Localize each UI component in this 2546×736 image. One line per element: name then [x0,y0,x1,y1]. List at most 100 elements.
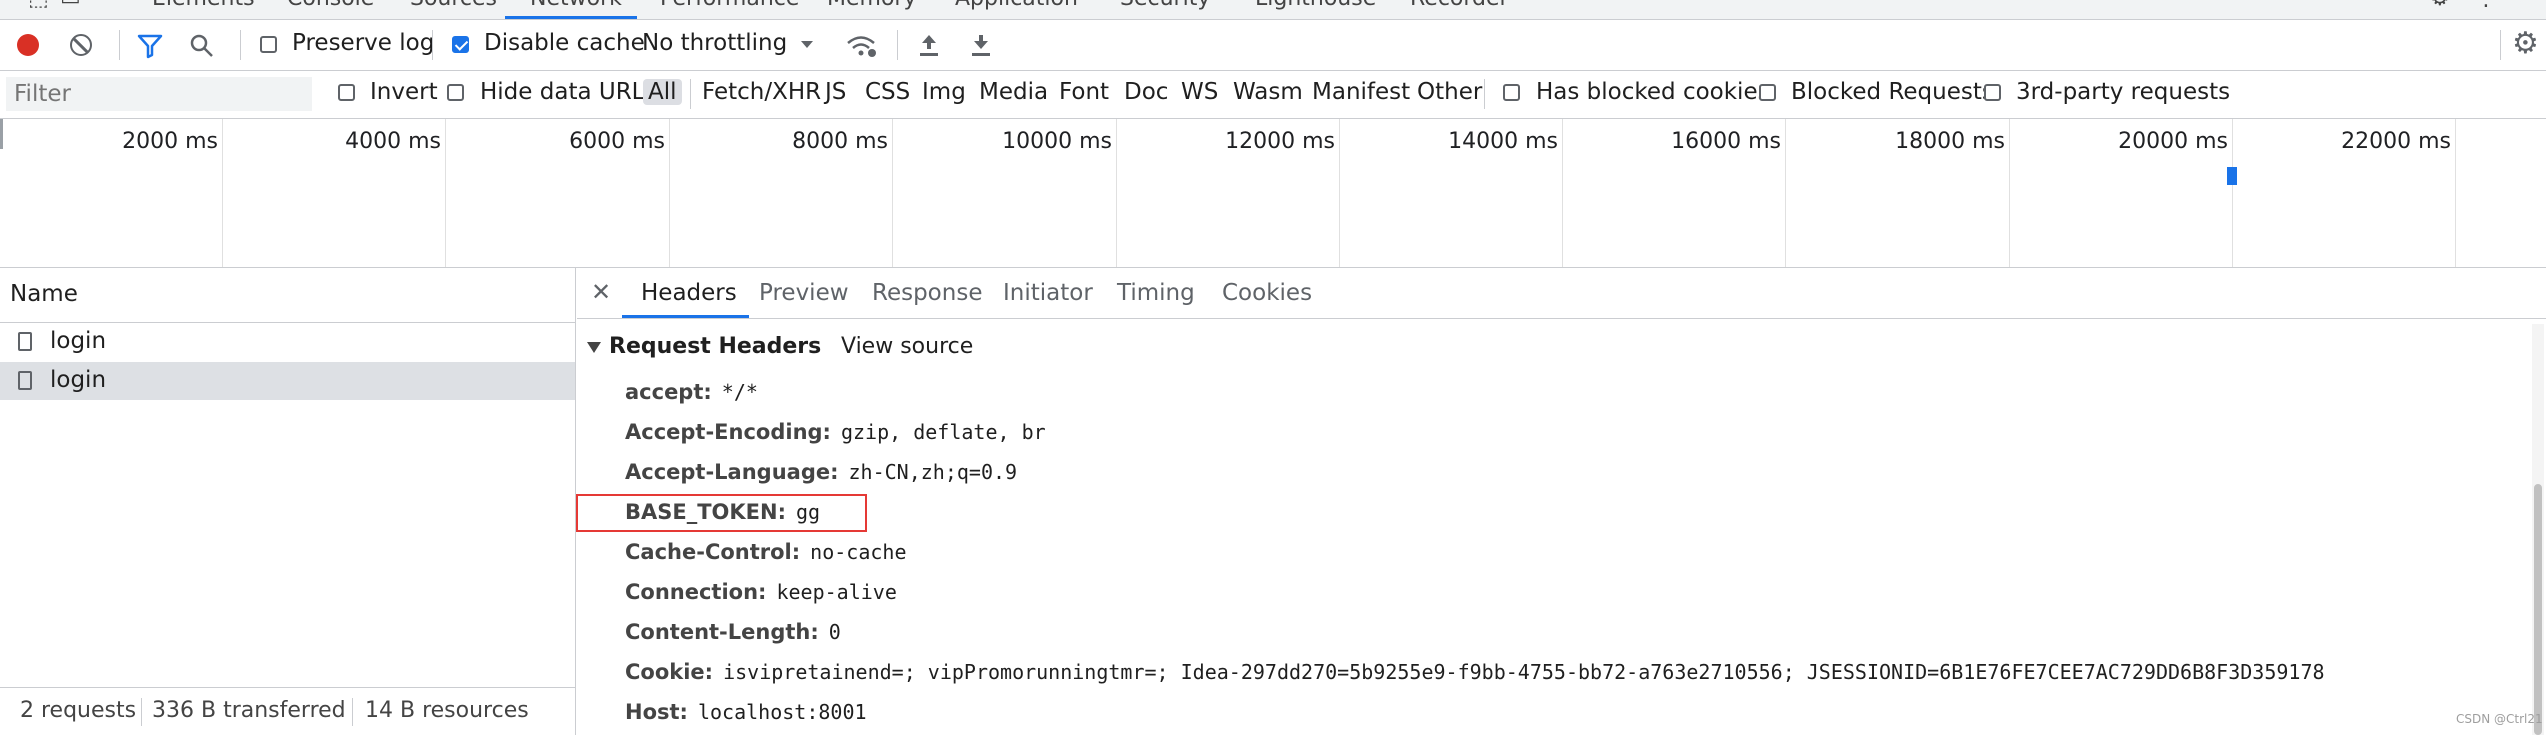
tick-label: 14000 ms [1448,129,1558,154]
has-blocked-cookies-label: Has blocked cookies [1536,79,1770,105]
header-key: Accept-Language: [625,460,839,484]
tick-label: 20000 ms [2118,129,2228,154]
filter-type-other[interactable]: Other [1417,79,1482,105]
request-headers-section-toggle[interactable]: Request Headers [587,334,821,359]
filter-type-doc[interactable]: Doc [1124,79,1168,105]
request-row[interactable]: login [0,323,575,361]
tab-network[interactable]: Network [530,0,622,11]
inspect-icon[interactable]: ⬚ [28,0,49,11]
tab-application[interactable]: Application [955,0,1078,11]
tab-sources[interactable]: Sources [410,0,497,11]
header-row: Content-Length: 0 [625,620,841,644]
request-name: login [50,367,107,393]
devtools-tab-strip: ⬚ ▭ Elements Console Sources Network Per… [0,0,2546,20]
header-key: Cache-Control: [625,540,801,564]
header-row: accept: */* [625,380,758,404]
filter-type-js[interactable]: JS [825,79,846,105]
tab-initiator[interactable]: Initiator [1003,280,1093,306]
filter-type-ws[interactable]: WS [1181,79,1218,105]
throttling-select[interactable]: No throttling [642,30,787,56]
clear-icon[interactable] [70,34,92,56]
hide-data-urls-label: Hide data URLs [480,79,657,105]
header-key: Host: [625,700,688,724]
filter-type-manifest[interactable]: Manifest [1312,79,1410,105]
tab-response[interactable]: Response [872,280,982,306]
watermark: CSDN @Ctrl21 [2456,712,2543,726]
search-icon[interactable] [189,33,215,59]
tick-label: 8000 ms [792,129,888,154]
name-column-label: Name [10,281,78,307]
preserve-log-checkbox[interactable] [260,36,277,53]
scrollbar-thumb[interactable] [2534,484,2542,735]
overview-drag-handle[interactable] [0,119,3,149]
export-har-icon[interactable] [969,32,993,58]
device-toggle-icon[interactable]: ▭ [60,0,81,11]
close-icon[interactable]: ✕ [591,278,611,306]
hide-data-urls-checkbox[interactable] [447,84,464,101]
third-party-checkbox[interactable] [1984,84,2001,101]
tick-label: 10000 ms [1002,129,1112,154]
header-value: zh-CN,zh;q=0.9 [848,460,1018,484]
chevron-down-icon[interactable] [800,40,814,50]
active-tab-indicator [505,16,637,19]
header-row: Connection: keep-alive [625,580,897,604]
tick-label: 22000 ms [2341,129,2451,154]
tab-lighthouse[interactable]: Lighthouse [1255,0,1376,11]
network-conditions-icon[interactable] [845,32,877,60]
filter-type-wasm[interactable]: Wasm [1233,79,1303,105]
filter-type-font[interactable]: Font [1059,79,1109,105]
header-key: Cookie: [625,660,714,684]
header-key: Accept-Encoding: [625,420,831,444]
view-source-link[interactable]: View source [841,334,973,359]
resources-size: 14 B resources [365,698,529,723]
filter-type-fetch-xhr[interactable]: Fetch/XHR [702,79,821,105]
filter-type-css[interactable]: CSS [865,79,910,105]
tab-preview[interactable]: Preview [759,280,849,306]
tab-security[interactable]: Security [1120,0,1210,11]
header-row: Host: localhost:8001 [625,700,867,724]
filter-type-img[interactable]: Img [922,79,966,105]
tick-label: 18000 ms [1895,129,2005,154]
tick-label: 6000 ms [569,129,665,154]
name-column-header[interactable]: Name [0,268,575,323]
tick-label: 12000 ms [1225,129,1335,154]
header-key: accept: [625,380,712,404]
tab-elements[interactable]: Elements [152,0,255,11]
header-value: */* [721,380,758,404]
invert-checkbox[interactable] [338,84,355,101]
request-row[interactable]: login [0,362,575,400]
tab-headers[interactable]: Headers [641,280,737,306]
tick-label: 2000 ms [122,129,218,154]
overview-timeline[interactable]: 2000 ms 4000 ms 6000 ms 8000 ms 10000 ms… [0,119,2546,268]
more-options-icon[interactable]: ⋮ [2475,0,2497,11]
header-value: localhost:8001 [697,700,867,724]
network-settings-icon[interactable]: ⚙ [2512,26,2539,61]
settings-icon[interactable]: ⚙ [2430,0,2450,11]
tab-console[interactable]: Console [287,0,374,11]
filter-input[interactable] [6,77,312,111]
import-har-icon[interactable] [917,32,941,58]
blocked-requests-checkbox[interactable] [1759,84,1776,101]
tab-performance[interactable]: Performance [660,0,799,11]
active-tab-indicator [622,315,749,318]
tick-label: 4000 ms [345,129,441,154]
invert-label: Invert [370,79,438,105]
tab-cookies[interactable]: Cookies [1222,280,1312,306]
filter-type-all[interactable]: All [643,79,682,105]
tab-timing[interactable]: Timing [1117,280,1195,306]
disable-cache-checkbox[interactable] [452,36,469,53]
header-value: no-cache [810,540,907,564]
tab-memory[interactable]: Memory [827,0,916,11]
filter-icon[interactable] [137,33,163,59]
filter-type-media[interactable]: Media [979,79,1048,105]
has-blocked-cookies-checkbox[interactable] [1503,84,1520,101]
request-details-panel: ✕ Headers Preview Response Initiator Tim… [576,268,2546,735]
record-icon[interactable] [17,34,39,56]
request-count: 2 requests [20,698,137,723]
tab-recorder[interactable]: Recorder [1410,0,1509,11]
request-list: Name login login 2 requests 336 B transf… [0,268,576,736]
status-summary-bar: 2 requests 336 B transferred 14 B resour… [0,687,575,736]
header-row: Cache-Control: no-cache [625,540,906,564]
request-name: login [50,328,107,354]
tick-label: 16000 ms [1671,129,1781,154]
